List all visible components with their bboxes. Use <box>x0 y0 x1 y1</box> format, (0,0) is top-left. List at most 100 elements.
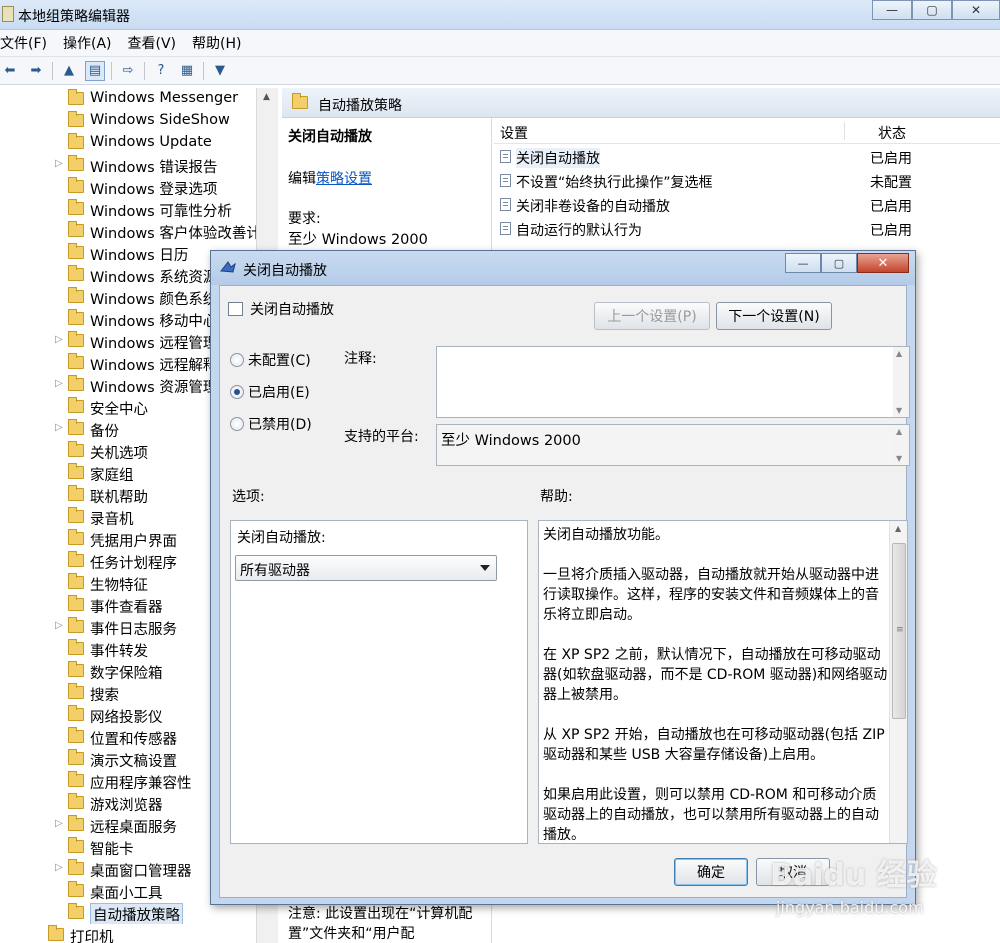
radio-disabled[interactable]: 已禁用(D) <box>230 414 312 434</box>
dialog-minimize-button[interactable]: — <box>785 253 821 273</box>
expand-arrow-icon[interactable]: ▷ <box>55 422 63 433</box>
menu-file[interactable]: 文件(F) <box>0 33 55 53</box>
dialog-close-button[interactable]: ✕ <box>857 253 909 273</box>
tree-item-label: 联机帮助 <box>90 490 148 506</box>
scroll-up-icon[interactable]: ▲ <box>896 349 902 358</box>
folder-icon <box>68 133 84 149</box>
folder-icon <box>68 749 84 765</box>
radio-circle[interactable] <box>230 385 244 399</box>
scroll-up-icon[interactable]: ▲ <box>263 92 270 102</box>
radio-circle[interactable] <box>230 417 244 431</box>
folder-icon <box>68 331 84 347</box>
policy-setting-icon <box>228 302 243 316</box>
policy-setting-icon <box>500 198 511 211</box>
menu-help[interactable]: 帮助(H) <box>184 33 249 53</box>
description-title: 关闭自动播放 <box>288 129 372 145</box>
help-scrollbar[interactable]: ▲ ≡ <box>889 521 907 843</box>
tree-item[interactable]: Windows 登录选项 <box>0 176 260 198</box>
folder-icon <box>68 441 84 457</box>
row-name: 不设置“始终执行此操作”复选框 <box>516 175 713 191</box>
tree-item[interactable]: ▷ Windows 错误报告 <box>0 154 260 176</box>
tree-item[interactable]: Windows Update <box>0 132 260 154</box>
folder-icon <box>68 221 84 237</box>
scroll-up-icon[interactable]: ▲ <box>896 427 902 436</box>
policy-setting-icon <box>500 150 511 163</box>
dialog-titlebar[interactable]: 关闭自动播放 — ▢ ✕ <box>211 251 915 285</box>
column-divider[interactable] <box>844 122 845 140</box>
chevron-down-icon <box>480 565 490 571</box>
folder-icon <box>68 705 84 721</box>
list-row[interactable]: 不设置“始终执行此操作”复选框 未配置 <box>494 169 1000 193</box>
toolbar-divider <box>111 61 112 80</box>
menu-action[interactable]: 操作(A) <box>55 33 120 53</box>
tree-item-label: Windows 错误报告 <box>90 160 218 176</box>
drive-type-select[interactable]: 所有驱动器 <box>235 555 497 581</box>
ok-button[interactable]: 确定 <box>674 858 748 886</box>
tree-item-label: 生物特征 <box>90 578 148 594</box>
gpedit-app-icon <box>2 6 14 22</box>
tree-item-label: 安全中心 <box>90 402 148 418</box>
minimize-button[interactable]: — <box>872 0 912 20</box>
back-icon[interactable]: ⬅ <box>0 61 20 81</box>
list-row[interactable]: 关闭非卷设备的自动播放 已启用 <box>494 193 1000 217</box>
scroll-down-icon[interactable]: ▼ <box>896 454 902 463</box>
up-folder-icon[interactable]: ▲ <box>59 61 79 81</box>
close-button[interactable]: ✕ <box>952 0 1000 20</box>
expand-arrow-icon[interactable]: ▷ <box>55 818 63 829</box>
expand-arrow-icon[interactable]: ▷ <box>55 862 63 873</box>
dialog-window-controls: — ▢ ✕ <box>785 253 909 273</box>
tree-item-label: 远程桌面服务 <box>90 820 177 836</box>
radio-enabled[interactable]: 已启用(E) <box>230 382 310 402</box>
folder-icon <box>68 397 84 413</box>
expand-arrow-icon[interactable]: ▷ <box>55 158 63 169</box>
comment-scrollbar[interactable]: ▲ ▼ <box>893 347 909 417</box>
column-state[interactable]: 状态 <box>878 123 906 143</box>
tree-item[interactable]: Windows Messenger <box>0 88 260 110</box>
scroll-up-icon[interactable]: ▲ <box>895 524 901 533</box>
menu-view[interactable]: 查看(V) <box>120 33 185 53</box>
edit-policy-link[interactable]: 策略设置 <box>316 171 372 187</box>
help-paragraph: 关闭自动播放功能。 <box>543 527 669 543</box>
previous-setting-button[interactable]: 上一个设置(P) <box>594 302 710 330</box>
column-setting[interactable]: 设置 <box>500 123 528 143</box>
expand-arrow-icon[interactable]: ▷ <box>55 620 63 631</box>
scroll-down-icon[interactable]: ▼ <box>896 406 902 415</box>
expand-arrow-icon[interactable]: ▷ <box>55 378 63 389</box>
folder-icon <box>68 375 84 391</box>
help-text: 关闭自动播放功能。 一旦将介质插入驱动器，自动播放就开始从驱动器中进行读取操作。… <box>543 525 889 843</box>
folder-icon <box>68 837 84 853</box>
tree-item-label: Windows 资源管理 <box>90 380 218 396</box>
comment-textarea[interactable]: ▲ ▼ <box>436 346 910 418</box>
filter-icon[interactable]: ▼ <box>210 61 230 81</box>
forward-icon[interactable]: ➡ <box>26 61 46 81</box>
help-icon[interactable]: ? <box>151 61 171 81</box>
tree-item-printer[interactable]: 打印机 <box>0 924 260 943</box>
tree-item[interactable]: Windows 客户体验改善计 <box>0 220 260 242</box>
row-state: 未配置 <box>870 175 912 191</box>
help-paragraph: 从 XP SP2 开始，自动播放也在可移动驱动器(包括 ZIP 驱动器和某些 U… <box>543 727 885 763</box>
properties-icon[interactable]: ▦ <box>177 61 197 81</box>
list-row[interactable]: 关闭自动播放 已启用 <box>494 145 1000 169</box>
edit-prefix: 编辑 <box>288 171 316 187</box>
tree-item[interactable]: Windows SideShow <box>0 110 260 132</box>
folder-icon <box>68 859 84 875</box>
dialog-policy-name: 关闭自动播放 <box>250 302 334 318</box>
tree-item-autoplay-policy[interactable]: 自动播放策略 <box>0 902 260 924</box>
tree-item[interactable]: Windows 可靠性分析 <box>0 198 260 220</box>
export-icon[interactable]: ⇨ <box>118 61 138 81</box>
folder-icon <box>68 727 84 743</box>
maximize-button[interactable]: ▢ <box>912 0 952 20</box>
expand-arrow-icon[interactable]: ▷ <box>55 334 63 345</box>
next-setting-button[interactable]: 下一个设置(N) <box>716 302 832 330</box>
platform-scrollbar[interactable]: ▲ ▼ <box>893 425 909 465</box>
dialog-maximize-button[interactable]: ▢ <box>821 253 857 273</box>
show-tree-icon[interactable]: ▤ <box>85 60 105 81</box>
radio-not-configured[interactable]: 未配置(C) <box>230 350 311 370</box>
right-pane-title: 自动播放策略 <box>318 98 402 114</box>
tree-item-label: Windows 远程解释 <box>90 358 218 374</box>
option-field-label: 关闭自动播放: <box>237 530 326 546</box>
list-row[interactable]: 自动运行的默认行为 已启用 <box>494 217 1000 241</box>
cancel-button[interactable]: 取消 <box>756 858 830 886</box>
folder-icon <box>68 463 84 479</box>
radio-circle[interactable] <box>230 353 244 367</box>
